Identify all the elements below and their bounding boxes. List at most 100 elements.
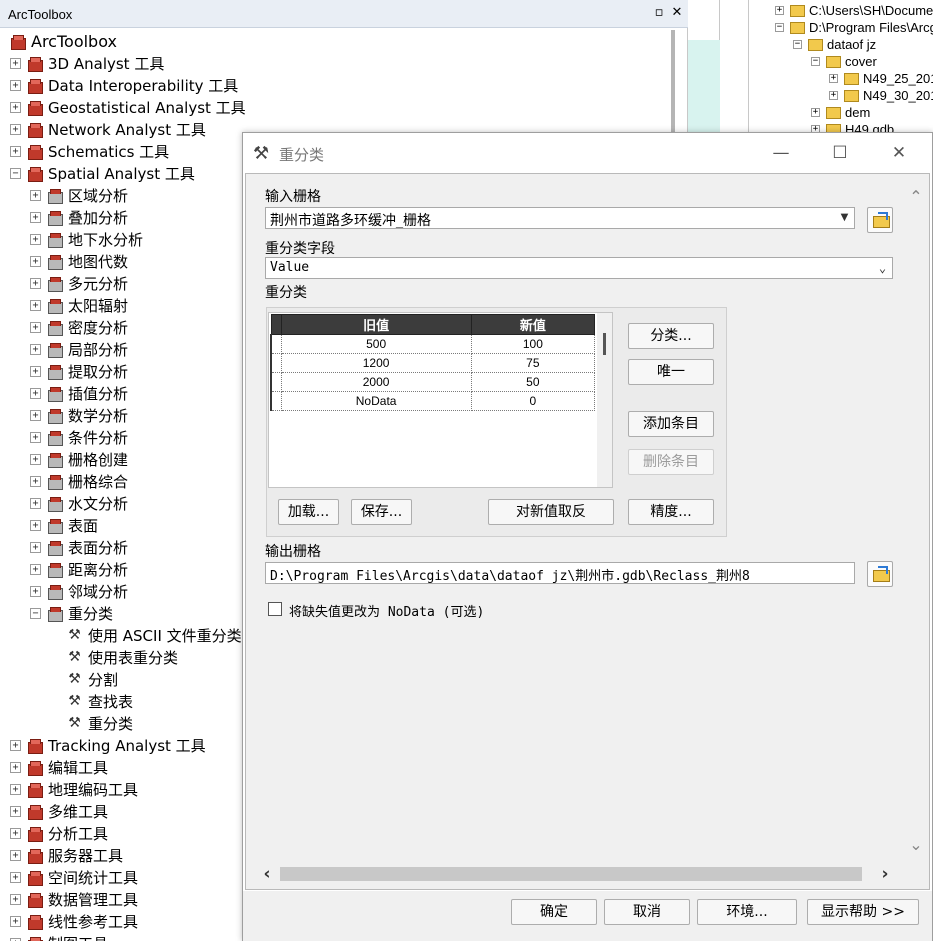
- toolset-item[interactable]: + 栅格综合: [30, 470, 128, 492]
- output-raster-input[interactable]: D:\Program Files\Arcgis\data\dataof jz\荆…: [265, 562, 855, 584]
- expand-icon[interactable]: +: [30, 541, 41, 553]
- tool-item[interactable]: ⚒ 查找表: [66, 690, 133, 712]
- toolbox-item[interactable]: + Schematics 工具: [10, 140, 169, 162]
- scroll-down-icon[interactable]: ⌄: [906, 836, 926, 854]
- table-row[interactable]: NoData 0: [270, 391, 596, 411]
- expand-icon[interactable]: +: [10, 761, 21, 773]
- input-browse-button[interactable]: [867, 207, 893, 233]
- toolbox-item[interactable]: + 编辑工具: [10, 756, 108, 778]
- toolbox-item[interactable]: +3D Analyst 工具: [10, 52, 164, 74]
- old-value-cell[interactable]: 2000: [281, 372, 472, 392]
- toolbox-item[interactable]: + 线性参考工具: [10, 910, 138, 932]
- column-header-old[interactable]: 旧值: [280, 314, 472, 335]
- expand-icon[interactable]: +: [10, 893, 21, 905]
- toolset-item[interactable]: + 地图代数: [30, 250, 128, 272]
- reverse-new-values-button[interactable]: 对新值取反: [488, 499, 614, 525]
- old-value-cell[interactable]: NoData: [281, 391, 472, 411]
- collapse-icon[interactable]: −: [793, 40, 802, 49]
- old-value-cell[interactable]: 500: [281, 334, 472, 354]
- toolbox-item[interactable]: + 数据管理工具: [10, 888, 138, 910]
- chevron-down-icon[interactable]: ⌄: [874, 258, 891, 278]
- tool-item[interactable]: ⚒ 分割: [66, 668, 118, 690]
- toolbox-item[interactable]: + 服务器工具: [10, 844, 123, 866]
- input-raster-combobox[interactable]: 荆州市道路多环缓冲_栅格 ▼: [265, 207, 855, 229]
- collapse-icon[interactable]: −: [30, 607, 41, 619]
- new-value-cell[interactable]: 75: [471, 353, 596, 373]
- expand-icon[interactable]: +: [30, 453, 41, 465]
- expand-icon[interactable]: +: [10, 805, 21, 817]
- expand-icon[interactable]: +: [829, 91, 838, 100]
- collapse-icon[interactable]: −: [10, 167, 21, 179]
- table-row[interactable]: 2000 50: [270, 372, 596, 392]
- expand-icon[interactable]: +: [775, 6, 784, 15]
- toolbox-item[interactable]: + 多维工具: [10, 800, 108, 822]
- add-entry-button[interactable]: 添加条目: [628, 411, 714, 437]
- ok-button[interactable]: 确定: [511, 899, 597, 925]
- new-value-cell[interactable]: 100: [471, 334, 596, 354]
- toolset-item[interactable]: + 太阳辐射: [30, 294, 128, 316]
- expand-icon[interactable]: +: [30, 321, 41, 333]
- expand-icon[interactable]: +: [10, 915, 21, 927]
- catalog-item[interactable]: − dataof jz: [793, 36, 876, 53]
- tool-item[interactable]: ⚒ 使用 ASCII 文件重分类: [66, 624, 241, 646]
- expand-icon[interactable]: +: [30, 475, 41, 487]
- table-row[interactable]: 500 100: [270, 334, 596, 354]
- expand-icon[interactable]: +: [30, 431, 41, 443]
- toolset-item[interactable]: + 表面: [30, 514, 98, 536]
- toolset-item[interactable]: − 重分类: [30, 602, 113, 624]
- expand-icon[interactable]: +: [30, 277, 41, 289]
- precision-button[interactable]: 精度...: [628, 499, 714, 525]
- toolbox-item[interactable]: + 制图工具: [10, 932, 108, 941]
- maximize-button[interactable]: ☐: [820, 141, 860, 165]
- row-header[interactable]: [270, 391, 282, 411]
- column-header-new[interactable]: 新值: [470, 314, 596, 335]
- toolbox-item[interactable]: + 分析工具: [10, 822, 108, 844]
- dialog-titlebar[interactable]: ⚒ 重分类 — ☐ ✕: [243, 133, 932, 173]
- toolbox-item[interactable]: + 地理编码工具: [10, 778, 138, 800]
- reclass-field-select[interactable]: Value ⌄: [265, 257, 893, 279]
- new-value-cell[interactable]: 0: [471, 391, 596, 411]
- row-header[interactable]: [270, 334, 282, 354]
- output-browse-button[interactable]: [867, 561, 893, 587]
- toolset-item[interactable]: + 区域分析: [30, 184, 128, 206]
- expand-icon[interactable]: +: [30, 211, 41, 223]
- catalog-item[interactable]: + N49_30_2010: [829, 87, 933, 104]
- new-value-cell[interactable]: 50: [471, 372, 596, 392]
- expand-icon[interactable]: +: [30, 343, 41, 355]
- horizontal-scrollbar[interactable]: ‹ ›: [256, 865, 896, 883]
- expand-icon[interactable]: +: [30, 409, 41, 421]
- delete-entry-button[interactable]: 删除条目: [628, 449, 714, 475]
- close-button[interactable]: ✕: [879, 141, 919, 165]
- catalog-item[interactable]: + C:\Users\SH\Documents\: [775, 2, 933, 19]
- toolbox-item[interactable]: − Spatial Analyst 工具: [10, 162, 195, 184]
- toolset-item[interactable]: + 栅格创建: [30, 448, 128, 470]
- expand-icon[interactable]: +: [30, 365, 41, 377]
- expand-icon[interactable]: +: [30, 497, 41, 509]
- row-header[interactable]: [270, 353, 282, 373]
- close-icon[interactable]: ✕: [670, 6, 684, 20]
- toolset-item[interactable]: + 邻域分析: [30, 580, 128, 602]
- toolset-item[interactable]: + 数学分析: [30, 404, 128, 426]
- nodata-checkbox[interactable]: [268, 602, 282, 616]
- expand-icon[interactable]: +: [10, 123, 21, 135]
- expand-icon[interactable]: +: [30, 299, 41, 311]
- toolset-item[interactable]: + 表面分析: [30, 536, 128, 558]
- dropdown-arrow-icon[interactable]: ▼: [836, 208, 853, 228]
- expand-icon[interactable]: +: [30, 255, 41, 267]
- toolbox-item[interactable]: + Data Interoperability 工具: [10, 74, 238, 96]
- expand-icon[interactable]: +: [829, 74, 838, 83]
- restore-icon[interactable]: ▫: [652, 6, 666, 20]
- toolbox-item[interactable]: + Tracking Analyst 工具: [10, 734, 206, 756]
- expand-icon[interactable]: +: [10, 739, 21, 751]
- tree-root-arctoolbox[interactable]: ArcToolbox: [10, 30, 117, 52]
- environments-button[interactable]: 环境...: [697, 899, 797, 925]
- toolset-item[interactable]: + 多元分析: [30, 272, 128, 294]
- scroll-up-icon[interactable]: ⌃: [906, 188, 926, 206]
- toolbox-scrollbar-thumb[interactable]: [671, 30, 675, 140]
- toolset-item[interactable]: + 条件分析: [30, 426, 128, 448]
- expand-icon[interactable]: +: [30, 233, 41, 245]
- toolset-item[interactable]: + 水文分析: [30, 492, 128, 514]
- expand-icon[interactable]: +: [10, 827, 21, 839]
- collapse-icon[interactable]: −: [811, 57, 820, 66]
- toolset-item[interactable]: + 密度分析: [30, 316, 128, 338]
